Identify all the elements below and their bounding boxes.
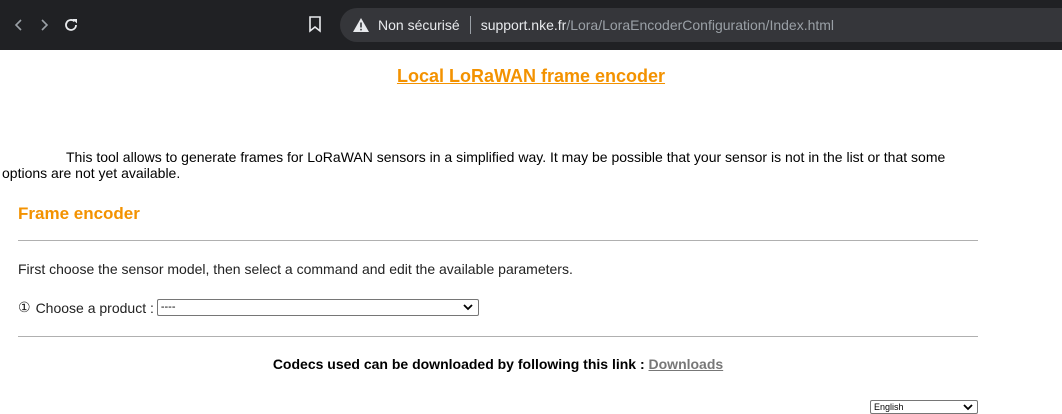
bookmark-button[interactable] [308,15,326,35]
address-bar[interactable]: Non sécurisé support.nke.fr/Lora/LoraEnc… [340,8,1062,42]
step-marker: ① [18,299,31,315]
forward-arrow-icon [41,19,49,31]
warning-icon [353,18,369,32]
toolbar-bar: Non sécurisé support.nke.fr/Lora/LoraEnc… [0,0,1062,50]
forward-button[interactable] [33,14,55,36]
bookmark-icon [309,16,321,33]
reload-icon [65,19,77,31]
instructions-text: First choose the sensor model, then sele… [18,261,573,277]
codecs-line: Codecs used can be downloaded by followi… [0,356,996,372]
url-path: /Lora/LoraEncoderConfiguration/Index.htm… [566,17,835,33]
codecs-text: Codecs used can be downloaded by followi… [272,356,649,372]
intro-paragraph: This tool allows to generate frames for … [2,149,946,181]
language-select-value: English [874,402,904,412]
downloads-link[interactable]: Downloads [649,356,724,372]
chevron-down-icon [963,404,973,411]
chevron-down-icon [463,304,473,311]
section-heading: Frame encoder [18,204,140,223]
product-select-value: ---- [160,301,176,313]
product-row: ① Choose a product : ---- [18,299,479,316]
browser-toolbar: Non sécurisé support.nke.fr/Lora/LoraEnc… [0,0,1062,55]
back-button[interactable] [8,14,30,36]
divider [18,336,978,337]
back-arrow-icon [14,19,22,31]
reload-button[interactable] [60,14,82,36]
security-label[interactable]: Non sécurisé [378,17,460,33]
product-select[interactable]: ---- [156,299,479,316]
divider [18,240,978,241]
url-host: support.nke.fr [480,17,567,33]
url-separator [469,16,471,34]
page-title[interactable]: Local LoRaWAN frame encoder [0,65,1062,87]
product-label: Choose a product : [35,299,154,316]
